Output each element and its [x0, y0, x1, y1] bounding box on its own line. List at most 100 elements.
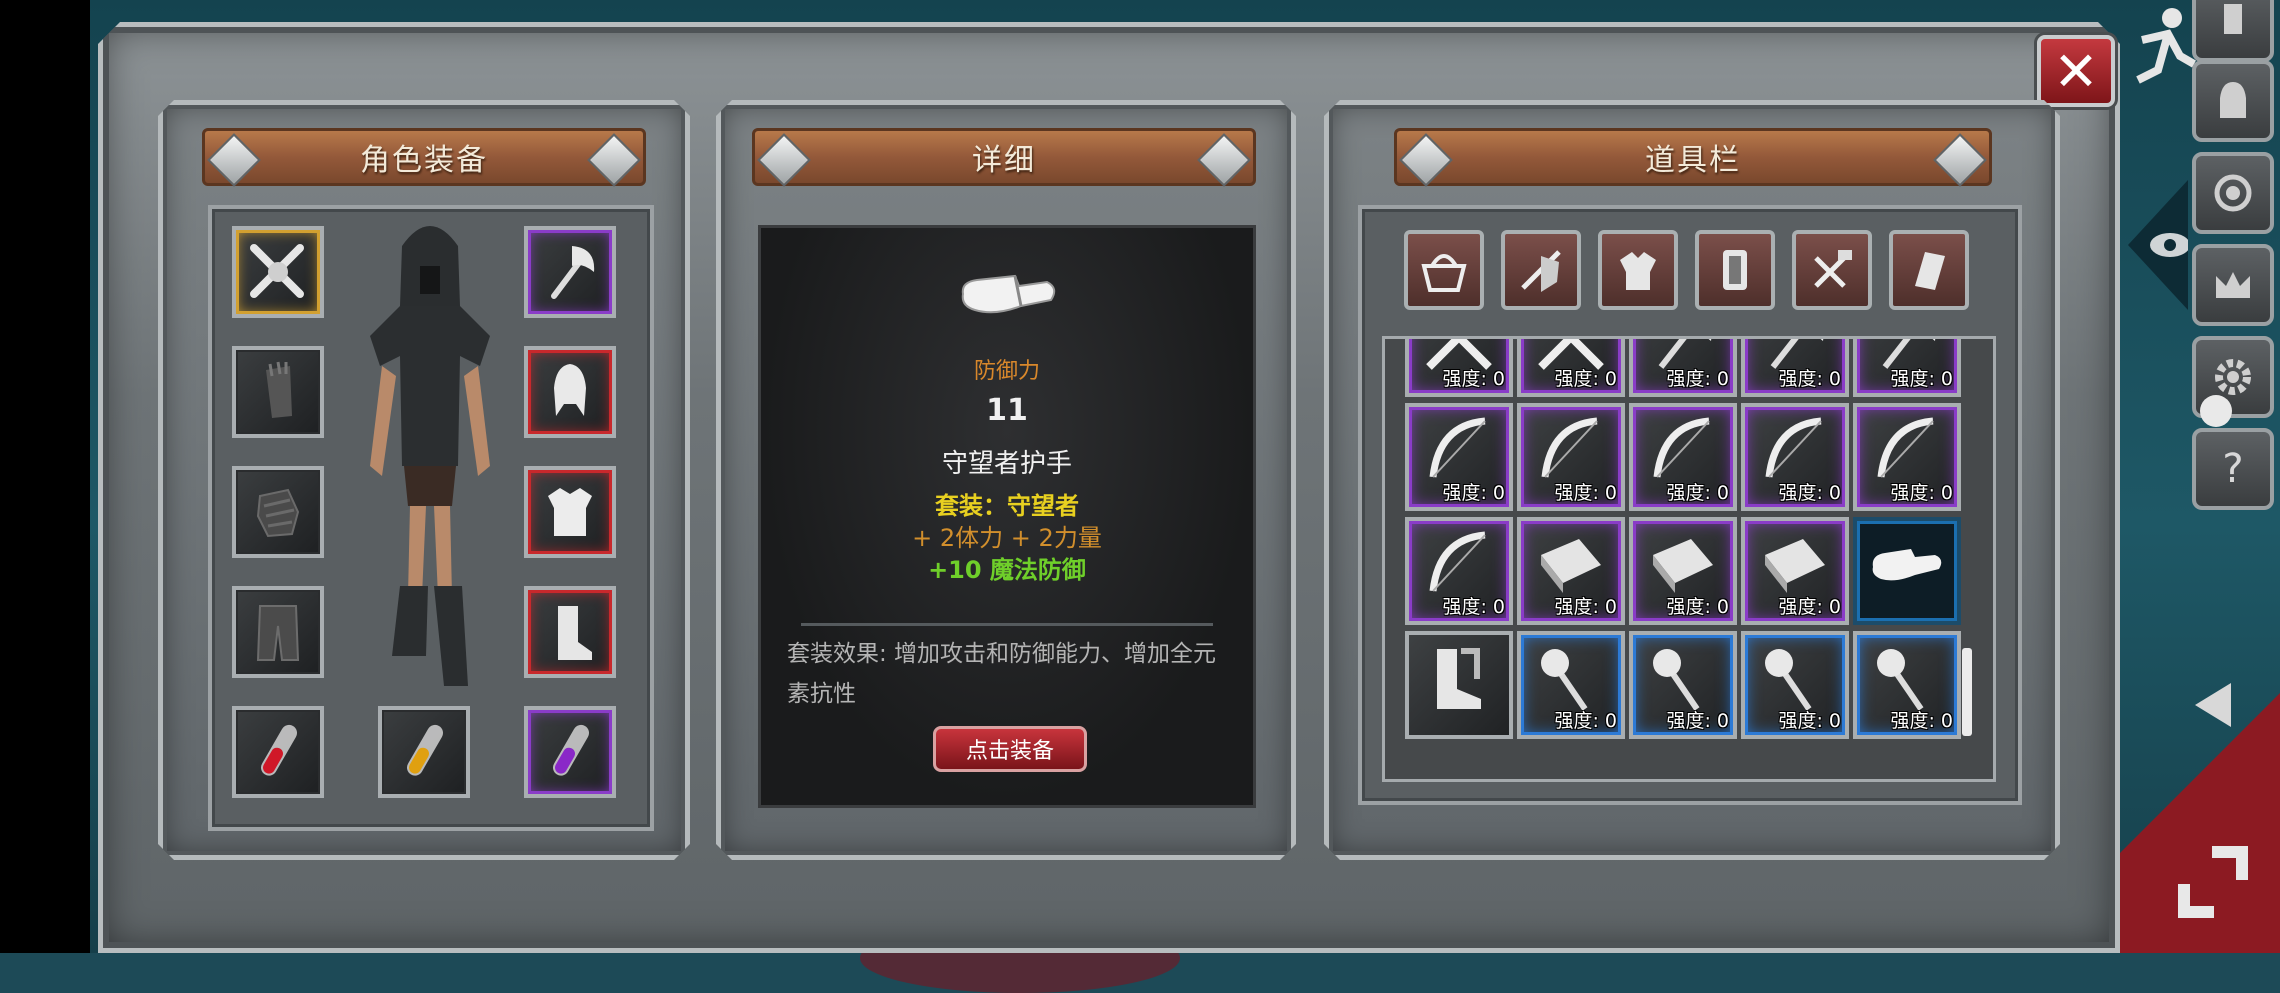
inventory-slot[interactable]: 强度: 0 [1517, 517, 1625, 625]
strength-label: 强度: 0 [1778, 596, 1841, 618]
inventory-slot[interactable]: 强度: 0 [1629, 517, 1737, 625]
strength-label: 强度: 0 [1666, 482, 1729, 504]
set-bonus-stats: + 2体力 + 2力量 [912, 524, 1102, 552]
inventory-slot[interactable]: 强度: 0 [1741, 403, 1849, 511]
item-name: 守望者护手 [941, 449, 1072, 479]
yellow-potion-icon [407, 724, 443, 776]
inventory-slot[interactable]: 强度: 0 [1741, 631, 1849, 739]
boots-icon [1437, 648, 1481, 709]
helmet-icon [2220, 82, 2246, 118]
side-menu-scroll[interactable] [2192, 0, 2274, 62]
strength-label: 强度: 0 [1554, 710, 1617, 732]
category-crafting[interactable] [1792, 230, 1872, 310]
strength-label: 强度: 0 [1442, 596, 1505, 618]
inventory-slot[interactable]: 强度: 0 [1405, 517, 1513, 625]
inventory-slot[interactable]: 强度: 0 [1853, 339, 1961, 397]
crown-icon [2216, 272, 2250, 298]
inventory-slot[interactable]: 强度: 0 [1741, 339, 1849, 397]
category-materials[interactable] [1695, 230, 1775, 310]
inventory-slot[interactable]: 强度: 0 [1517, 403, 1625, 511]
inventory-slot[interactable]: 强度: 0 [1629, 339, 1737, 397]
strength-label: 强度: 0 [1778, 482, 1841, 504]
pants-icon [256, 605, 300, 661]
strength-label: 强度: 0 [1666, 368, 1729, 390]
scroll-icon [2224, 4, 2242, 34]
back-triangle-icon[interactable] [2195, 683, 2231, 727]
strength-label: 强度: 0 [1442, 482, 1505, 504]
equip-slot-pants[interactable] [232, 586, 324, 678]
inventory-slot[interactable]: 强度: 0 [1405, 339, 1513, 397]
runner-icon [2136, 8, 2196, 84]
equip-slot-potion-yellow[interactable] [378, 706, 470, 798]
strength-label: 强度: 0 [1442, 368, 1505, 390]
inventory-slot[interactable]: 强度: 0 [1629, 631, 1737, 739]
inventory-slot-selected[interactable] [1853, 517, 1961, 625]
scroll-case-icon [1723, 250, 1747, 290]
equip-button[interactable]: 点击装备 [933, 726, 1087, 772]
crossed-swords-icon [250, 244, 304, 298]
category-weapons[interactable] [1501, 230, 1581, 310]
strength-label: 强度: 0 [1890, 482, 1953, 504]
equip-slot-boots[interactable] [524, 586, 616, 678]
divider [801, 623, 1213, 626]
set-effect-description: 套装效果: 增加攻击和防御能力、增加全元素抗性 [787, 641, 1217, 707]
battle-axe-icon [551, 246, 595, 299]
inventory-slot[interactable]: 强度: 0 [1741, 517, 1849, 625]
equip-slot-chest[interactable] [524, 466, 616, 558]
detail-title-plaque: 详细 [752, 128, 1256, 187]
inventory-slot[interactable]: 强度: 0 [1517, 631, 1625, 739]
category-misc[interactable] [1889, 230, 1969, 310]
inventory-slot[interactable]: 强度: 0 [1853, 631, 1961, 739]
strength-label: 强度: 0 [1890, 710, 1953, 732]
rune-stone-icon [1915, 252, 1945, 290]
close-button[interactable]: ✕ [2037, 35, 2115, 107]
side-menu-armor[interactable] [2192, 60, 2274, 142]
equip-slot-quiver[interactable] [232, 346, 324, 438]
strength-label: 强度: 0 [1554, 596, 1617, 618]
sword-shield-icon [1521, 250, 1561, 292]
floating-touch-dot[interactable] [2200, 395, 2232, 427]
rivet-icon [587, 133, 641, 187]
inventory-title-plaque: 道具栏 [1394, 128, 1992, 187]
strength-label: 强度: 0 [1778, 710, 1841, 732]
equip-slot-offhand[interactable] [524, 226, 616, 318]
inventory-slot[interactable]: 强度: 0 [1853, 403, 1961, 511]
inventory-slot[interactable]: 强度: 0 [1405, 403, 1513, 511]
category-all[interactable] [1404, 230, 1484, 310]
gauntlet-icon [256, 488, 300, 538]
set-name: 套装：守望者 [935, 492, 1079, 520]
category-armor[interactable] [1598, 230, 1678, 310]
side-menu-skills[interactable] [2192, 152, 2274, 234]
inventory-grid[interactable]: 强度: 0 强度: 0 强度: 0 强度: 0 强度: 0 强度: 0 强度: … [1382, 336, 1996, 782]
equip-slot-gloves[interactable] [232, 466, 324, 558]
inventory-title: 道具栏 [1645, 143, 1741, 178]
purple-potion-icon [553, 724, 589, 776]
gauntlet-icon [1872, 549, 1942, 581]
strength-label: 强度: 0 [1890, 368, 1953, 390]
character-model [370, 226, 490, 686]
letterbox [0, 0, 90, 953]
side-menu-help[interactable]: ? [2192, 428, 2274, 510]
close-icon: ✕ [2053, 39, 2099, 103]
rivet-icon [207, 133, 261, 187]
equip-slot-potion-red[interactable] [232, 706, 324, 798]
equip-slot-weapon[interactable] [232, 226, 324, 318]
armor-set-icon [1620, 252, 1656, 290]
eye-emblem-icon [2128, 180, 2188, 310]
item-detail-card: 防御力 11 守望者护手 套装：守望者 + 2体力 + 2力量 +10 魔法防御… [758, 225, 1256, 808]
inventory-slot[interactable]: 强度: 0 [1517, 339, 1625, 397]
set-bonus-magic-defense: +10 魔法防御 [928, 556, 1086, 584]
detail-title: 详细 [972, 143, 1036, 178]
hammer-tools-icon [1814, 250, 1852, 288]
inventory-slot[interactable]: 强度: 0 [1629, 403, 1737, 511]
strength-label: 强度: 0 [1778, 368, 1841, 390]
inventory-scrollbar[interactable] [1962, 648, 1972, 736]
inventory-slot[interactable] [1405, 631, 1513, 739]
equip-slot-potion-purple[interactable] [524, 706, 616, 798]
equip-slot-helmet[interactable] [524, 346, 616, 438]
side-menu-ranking[interactable] [2192, 244, 2274, 326]
boots-icon [558, 606, 592, 660]
helmet-icon [554, 364, 586, 416]
medallion-icon [2214, 174, 2252, 212]
strength-label: 强度: 0 [1666, 710, 1729, 732]
